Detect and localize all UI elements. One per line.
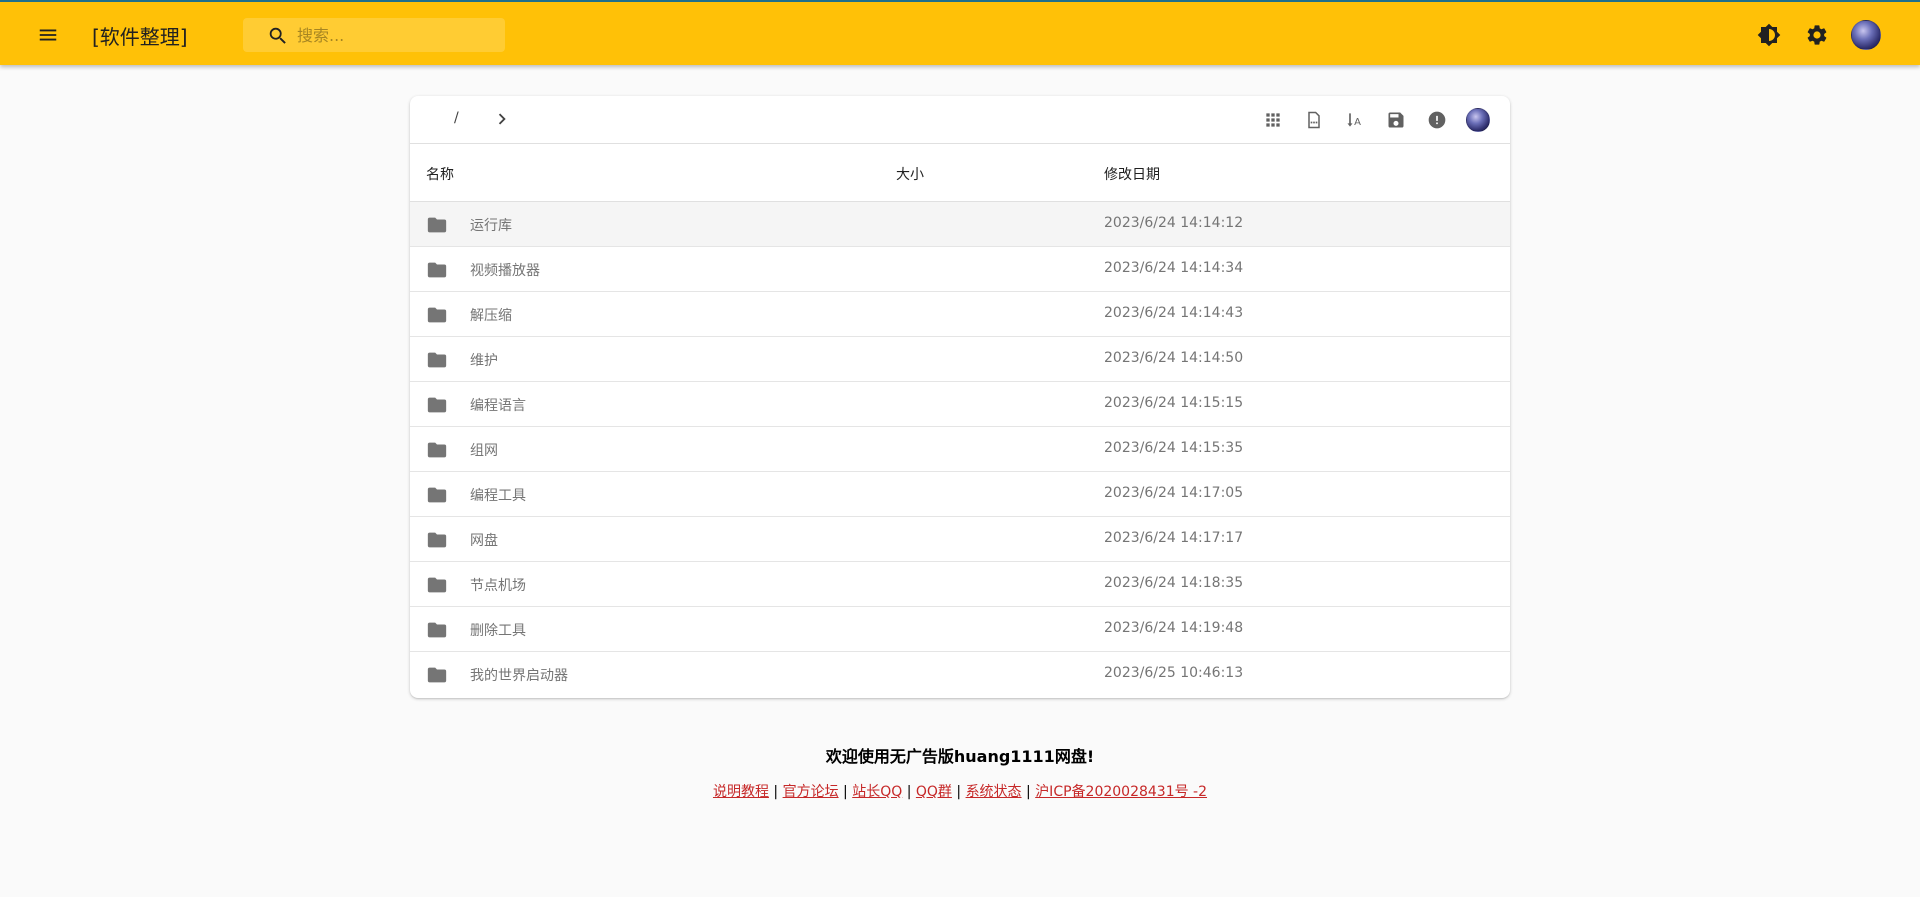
file-dotted-icon: [1308, 111, 1320, 129]
search-box[interactable]: [243, 18, 505, 52]
appbar-actions: [1752, 18, 1883, 52]
settings-button[interactable]: [1800, 18, 1834, 52]
table-row[interactable]: 我的世界启动器 2023/6/25 10:46:13: [410, 652, 1510, 697]
sort-button[interactable]: A: [1341, 106, 1369, 134]
table-row[interactable]: 删除工具 2023/6/24 14:19:48: [410, 607, 1510, 652]
file-toolbar: / A: [410, 96, 1510, 144]
toolbar-actions: A: [1259, 106, 1492, 134]
folder-icon: [427, 487, 447, 503]
menu-button[interactable]: [30, 17, 66, 53]
table-row[interactable]: 视频播放器 2023/6/24 14:14:34: [410, 247, 1510, 292]
search-input[interactable]: [297, 24, 497, 46]
footer-link-icp[interactable]: 沪ICP备2020028431号 -2: [1035, 784, 1207, 800]
file-date: 2023/6/24 14:14:43: [1104, 305, 1244, 321]
file-name: 编程工具: [470, 488, 526, 504]
folder-icon: [427, 262, 447, 278]
file-name: 删除工具: [470, 623, 526, 639]
folder-icon: [427, 217, 447, 233]
folder-icon: [427, 532, 447, 548]
save-icon: [1388, 112, 1404, 128]
sort-alpha-icon: A: [1347, 113, 1361, 128]
svg-text:A: A: [1354, 117, 1361, 128]
user-avatar-button[interactable]: [1849, 18, 1883, 52]
file-name: 维护: [470, 353, 498, 369]
breadcrumb-chevron[interactable]: [491, 108, 513, 134]
file-date: 2023/6/24 14:17:05: [1104, 485, 1244, 501]
grid-view-icon: [1266, 113, 1280, 127]
file-rows: 运行库 2023/6/24 14:14:12 视频播放器 2023/6/24 1…: [410, 202, 1510, 697]
file-date: 2023/6/24 14:17:17: [1104, 530, 1244, 546]
footer-separator: |: [906, 784, 912, 800]
file-name: 解压缩: [470, 308, 512, 324]
column-header-name[interactable]: 名称: [426, 164, 454, 184]
footer-link-tutorial[interactable]: 说明教程: [713, 784, 769, 800]
folder-icon: [427, 577, 447, 593]
footer-link-status[interactable]: 系统状态: [966, 784, 1022, 800]
search-icon: [269, 27, 286, 44]
table-row[interactable]: 组网 2023/6/24 14:15:35: [410, 427, 1510, 472]
table-row[interactable]: 节点机场 2023/6/24 14:18:35: [410, 562, 1510, 607]
table-row[interactable]: 运行库 2023/6/24 14:14:12: [410, 202, 1510, 247]
footer-link-qq-group[interactable]: QQ群: [916, 784, 952, 800]
footer-link-owner-qq[interactable]: 站长QQ: [852, 784, 902, 800]
column-header-size[interactable]: 大小: [896, 164, 924, 184]
table-row[interactable]: 网盘 2023/6/24 14:17:17: [410, 517, 1510, 562]
file-date: 2023/6/25 10:46:13: [1104, 665, 1244, 681]
info-icon: [1428, 111, 1446, 129]
file-date: 2023/6/24 14:15:35: [1104, 440, 1244, 456]
folder-icon: [427, 352, 447, 368]
table-row[interactable]: 编程工具 2023/6/24 14:17:05: [410, 472, 1510, 517]
folder-icon: [427, 622, 447, 638]
file-list-card: / A 名称 大小 修改日期 运行库 2023/6/24 14:14:12 视频…: [410, 96, 1510, 698]
settings-icon: [1807, 25, 1827, 45]
table-row[interactable]: 编程语言 2023/6/24 14:15:15: [410, 382, 1510, 427]
table-header: 名称 大小 修改日期: [410, 144, 1510, 202]
app-title: [软件整理]: [92, 25, 188, 49]
footer-link-forum[interactable]: 官方论坛: [783, 784, 839, 800]
footer-separator: |: [956, 784, 962, 800]
folder-icon: [427, 307, 447, 323]
file-date: 2023/6/24 14:14:12: [1104, 215, 1244, 231]
avatar: [1466, 108, 1490, 132]
breadcrumb-root[interactable]: /: [454, 110, 459, 126]
table-row[interactable]: 维护 2023/6/24 14:14:50: [410, 337, 1510, 382]
folder-icon: [427, 442, 447, 458]
table-row[interactable]: 解压缩 2023/6/24 14:14:43: [410, 292, 1510, 337]
theme-toggle-button[interactable]: [1752, 18, 1786, 52]
file-name: 组网: [470, 443, 498, 459]
file-name: 我的世界启动器: [470, 668, 568, 684]
footer-separator: |: [843, 784, 848, 800]
folder-icon: [427, 397, 447, 413]
file-date: 2023/6/24 14:19:48: [1104, 620, 1244, 636]
brightness-icon: [1757, 23, 1781, 47]
avatar: [1851, 20, 1881, 50]
file-name: 节点机场: [470, 578, 526, 594]
file-date: 2023/6/24 14:15:15: [1104, 395, 1244, 411]
footer-separator: |: [1026, 784, 1031, 800]
footer-separator: |: [773, 784, 779, 800]
file-date: 2023/6/24 14:14:34: [1104, 260, 1244, 276]
file-date: 2023/6/24 14:14:50: [1104, 350, 1244, 366]
folder-icon: [427, 667, 447, 683]
file-name: 视频播放器: [470, 263, 540, 279]
footer-title: 欢迎使用无广告版huang1111网盘!: [825, 747, 1095, 766]
toolbar-avatar-button[interactable]: [1464, 106, 1492, 134]
file-name: 网盘: [470, 533, 498, 549]
file-date: 2023/6/24 14:18:35: [1104, 575, 1244, 591]
save-button[interactable]: [1382, 106, 1410, 134]
info-button[interactable]: [1423, 106, 1451, 134]
file-name: 运行库: [470, 218, 512, 234]
app-bar: [软件整理]: [0, 0, 1920, 65]
chevron-right-icon: [498, 113, 506, 125]
file-name: 编程语言: [470, 398, 526, 414]
menu-icon: [39, 29, 57, 41]
file-info-button[interactable]: [1300, 106, 1328, 134]
footer-links: 说明教程 | 官方论坛 | 站长QQ | QQ群 | 系统状态 | 沪ICP备2…: [0, 781, 1920, 801]
grid-view-button[interactable]: [1259, 106, 1287, 134]
column-header-date[interactable]: 修改日期: [1104, 164, 1160, 184]
